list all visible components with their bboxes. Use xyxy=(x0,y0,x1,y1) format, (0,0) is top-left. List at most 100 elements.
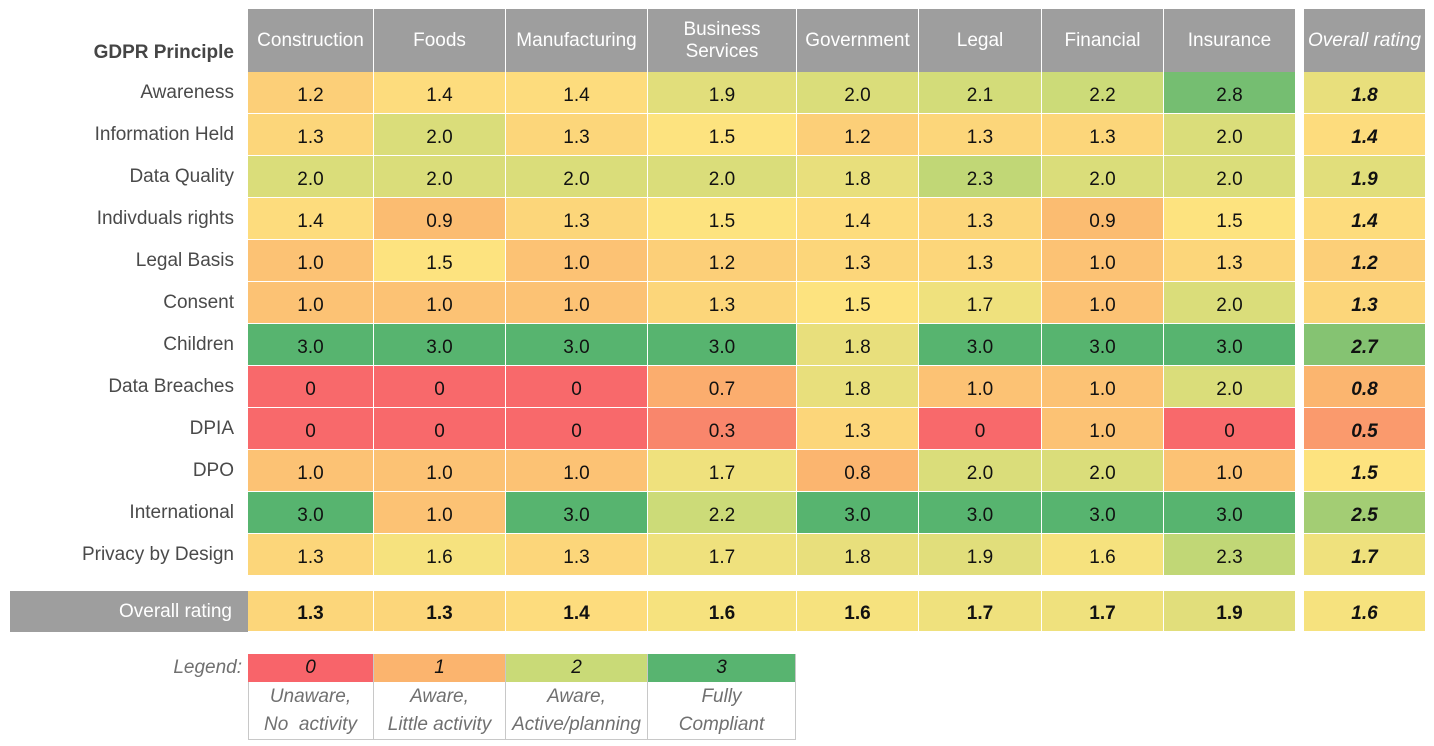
heatmap-cell: 1.2 xyxy=(797,114,919,156)
heatmap-cell: 3.0 xyxy=(248,324,374,366)
column-header: Construction xyxy=(248,9,374,72)
column-header: Insurance xyxy=(1164,9,1296,72)
overall-row-cell: 1.3 xyxy=(248,591,374,632)
heatmap-cell: 3.0 xyxy=(248,492,374,534)
overall-row-cell: 1.6 xyxy=(648,591,797,632)
legend-swatch: 0 xyxy=(248,654,374,682)
row-label: International xyxy=(129,502,234,523)
heatmap-cell: 2.0 xyxy=(1042,450,1164,492)
row-overall-cell: 1.4 xyxy=(1304,114,1425,156)
heatmap-cell: 2.0 xyxy=(374,156,506,198)
heatmap-cell: 2.0 xyxy=(248,156,374,198)
legend-description-line1: Aware, xyxy=(547,686,606,707)
row-overall-cell: 1.8 xyxy=(1304,72,1425,114)
heatmap-cell: 2.0 xyxy=(1164,156,1296,198)
overall-row-cell: 1.4 xyxy=(506,591,648,632)
heatmap-cell: 1.9 xyxy=(648,72,797,114)
row-label: Awareness xyxy=(140,82,234,103)
grand-overall-cell: 1.6 xyxy=(1304,591,1425,632)
row-label: DPO xyxy=(192,460,234,481)
column-header: Government xyxy=(797,9,919,72)
legend-description-line1: Aware, xyxy=(410,686,469,707)
heatmap-cell: 1.3 xyxy=(919,114,1042,156)
heatmap-cell: 3.0 xyxy=(797,492,919,534)
heatmap-cell: 1.8 xyxy=(797,534,919,576)
overall-row-cell: 1.7 xyxy=(1042,591,1164,632)
row-overall-cell: 0.5 xyxy=(1304,408,1425,450)
legend-swatch: 1 xyxy=(374,654,506,682)
heatmap-cell: 1.0 xyxy=(248,450,374,492)
row-overall-cell: 1.7 xyxy=(1304,534,1425,576)
heatmap-cell: 1.0 xyxy=(1042,408,1164,450)
legend-swatch: 2 xyxy=(506,654,648,682)
heatmap-cell: 1.7 xyxy=(648,534,797,576)
heatmap-cell: 1.3 xyxy=(1164,240,1296,282)
row-label: Privacy by Design xyxy=(81,544,234,565)
heatmap-cell: 1.3 xyxy=(248,114,374,156)
heatmap-cell: 1.0 xyxy=(919,366,1042,408)
column-header: Foods xyxy=(374,9,506,72)
heatmap-cell: 1.0 xyxy=(1042,282,1164,324)
column-header: Manufacturing xyxy=(506,9,648,72)
legend-description-line1: Fully xyxy=(701,686,742,707)
heatmap-cell: 2.8 xyxy=(1164,72,1296,114)
heatmap-cell: 1.0 xyxy=(506,240,648,282)
legend-description-line2: No activity xyxy=(264,714,357,735)
heatmap-cell: 1.0 xyxy=(248,282,374,324)
heatmap-cell: 1.0 xyxy=(1042,366,1164,408)
heatmap-cell: 2.3 xyxy=(919,156,1042,198)
legend-swatch: 3 xyxy=(648,654,796,682)
heatmap-cell: 1.3 xyxy=(919,198,1042,240)
heatmap-cell: 3.0 xyxy=(1164,324,1296,366)
heatmap-cell: 1.0 xyxy=(248,240,374,282)
heatmap-cell: 2.2 xyxy=(648,492,797,534)
heatmap-cell: 1.6 xyxy=(1042,534,1164,576)
heatmap-cell: 2.0 xyxy=(648,156,797,198)
row-overall-cell: 2.5 xyxy=(1304,492,1425,534)
heatmap-cell: 1.5 xyxy=(797,282,919,324)
overall-row-cell: 1.7 xyxy=(919,591,1042,632)
heatmap-cell: 0 xyxy=(248,408,374,450)
heatmap-cell: 0 xyxy=(506,408,648,450)
row-header-title: GDPR Principle xyxy=(93,42,234,63)
heatmap-cell: 3.0 xyxy=(1042,324,1164,366)
heatmap-cell: 1.6 xyxy=(374,534,506,576)
row-overall-cell: 0.8 xyxy=(1304,366,1425,408)
legend-description-line2: Little activity xyxy=(387,714,492,735)
row-overall-cell: 1.5 xyxy=(1304,450,1425,492)
legend-description: Aware, Little activity xyxy=(374,682,506,740)
heatmap-cell: 0 xyxy=(919,408,1042,450)
heatmap-cell: 1.5 xyxy=(648,198,797,240)
row-label: Legal Basis xyxy=(135,250,234,271)
row-label: Indivduals rights xyxy=(96,208,234,229)
legend-description: Unaware, No activity xyxy=(248,682,374,740)
heatmap-cell: 3.0 xyxy=(648,324,797,366)
row-overall-cell: 2.7 xyxy=(1304,324,1425,366)
heatmap-cell: 1.2 xyxy=(648,240,797,282)
row-label: Information Held xyxy=(94,124,234,145)
heatmap-cell: 0.9 xyxy=(374,198,506,240)
heatmap-cell: 1.3 xyxy=(506,114,648,156)
heatmap-cell: 2.0 xyxy=(374,114,506,156)
heatmap-cell: 0 xyxy=(374,366,506,408)
overall-row-cell: 1.3 xyxy=(374,591,506,632)
heatmap-cell: 1.3 xyxy=(248,534,374,576)
heatmap-cell: 1.3 xyxy=(506,534,648,576)
heatmap-cell: 1.7 xyxy=(648,450,797,492)
heatmap-cell: 0.3 xyxy=(648,408,797,450)
overall-row-label: Overall rating xyxy=(10,591,248,632)
legend-description: Fully Compliant xyxy=(648,682,796,740)
heatmap-cell: 3.0 xyxy=(506,492,648,534)
heatmap-cell: 3.0 xyxy=(374,324,506,366)
row-overall-cell: 1.9 xyxy=(1304,156,1425,198)
heatmap-cell: 1.3 xyxy=(1042,114,1164,156)
heatmap-cell: 1.0 xyxy=(374,492,506,534)
column-header: Business Services xyxy=(648,9,797,72)
heatmap-cell: 0.9 xyxy=(1042,198,1164,240)
column-header: Financial xyxy=(1042,9,1164,72)
heatmap-cell: 0 xyxy=(506,366,648,408)
heatmap-cell: 3.0 xyxy=(919,324,1042,366)
heatmap-cell: 1.0 xyxy=(374,282,506,324)
heatmap-cell: 1.8 xyxy=(797,366,919,408)
heatmap-cell: 1.3 xyxy=(797,408,919,450)
